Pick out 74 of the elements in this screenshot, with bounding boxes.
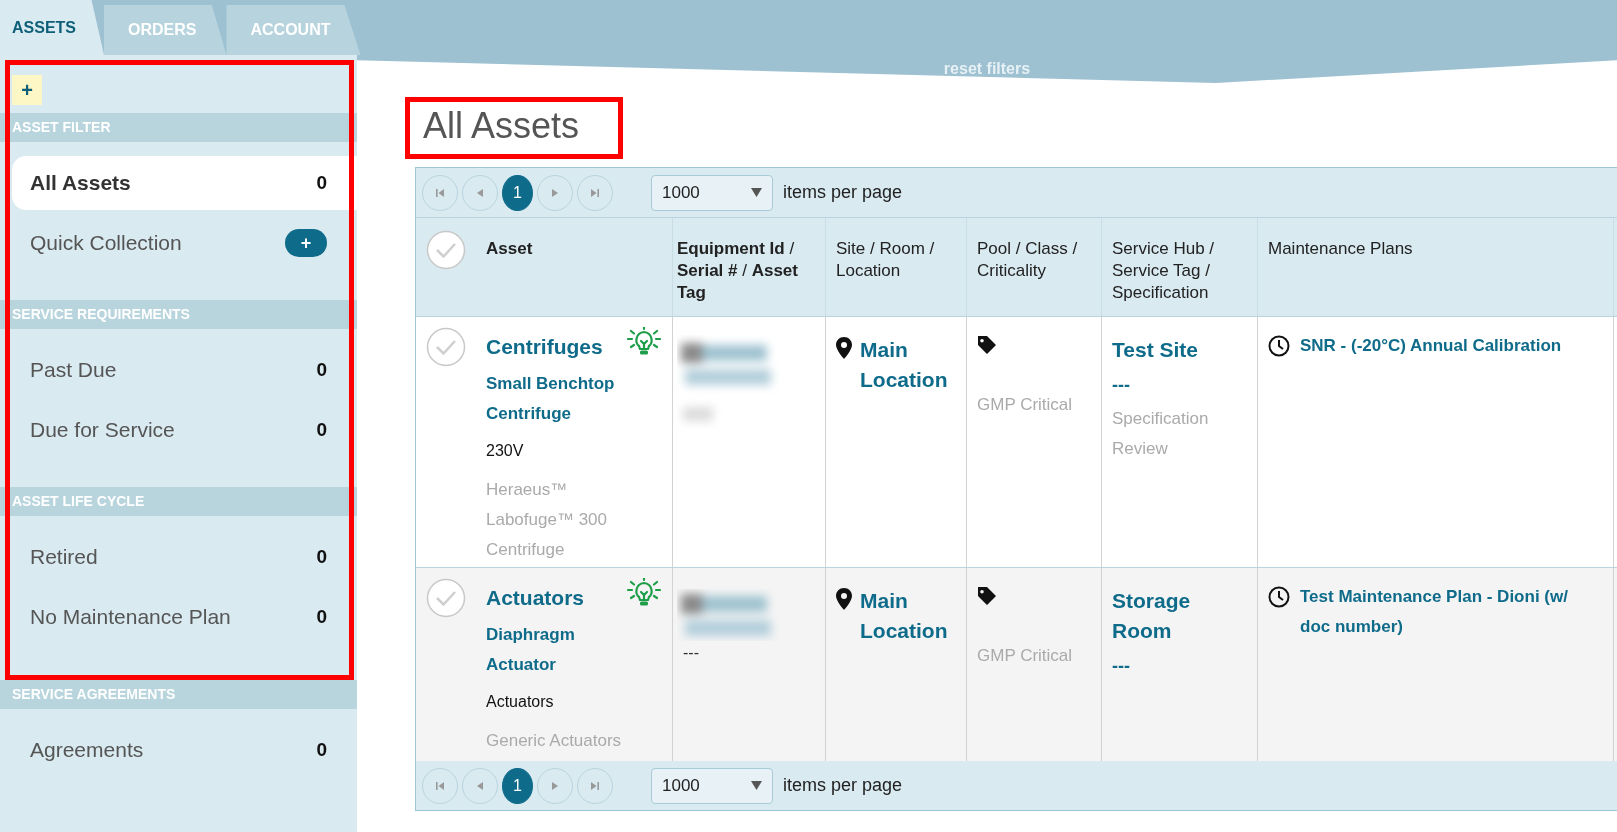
asset-category-link[interactable]: Actuators <box>486 586 585 610</box>
column-header-cell: Maintenance Plans <box>1258 218 1614 316</box>
section-header: ASSET LIFE CYCLE <box>0 487 357 516</box>
add-button[interactable]: + <box>12 75 42 105</box>
select-checkbox[interactable] <box>426 578 466 618</box>
service-tag: --- <box>1112 375 1247 396</box>
column-header-cell: Site / Room / Location <box>826 218 967 316</box>
page-button[interactable]: 1 <box>502 767 533 804</box>
item-count: 0 <box>316 606 327 628</box>
column-header-cell: Asset <box>416 218 673 316</box>
page-size-label: items per page <box>783 182 903 203</box>
last-page-icon <box>590 187 600 198</box>
asset-description: Generic Actuators <box>486 730 623 752</box>
item-count: 0 <box>316 172 327 194</box>
last-page-icon <box>590 780 600 791</box>
page-size-label: items per page <box>783 775 903 796</box>
page-button[interactable]: 1 <box>502 174 533 211</box>
column-header-cell: Service Hub / Service Tag / Specification <box>1102 218 1258 316</box>
asset-category-link[interactable]: Centrifuges <box>486 335 603 359</box>
add-to-collection-button[interactable]: + <box>285 229 327 257</box>
previous-page-icon <box>476 780 484 791</box>
lightbulb-icon <box>626 578 662 608</box>
filter-item[interactable]: All Assets 0 <box>12 156 357 210</box>
section-header: SERVICE REQUIREMENTS <box>0 300 357 329</box>
filter-item[interactable]: Quick Collection + <box>12 216 357 270</box>
criticality-text: GMP Critical <box>977 646 1074 666</box>
item-count: 0 <box>316 546 327 568</box>
map-pin-icon <box>836 588 852 610</box>
filter-item[interactable]: Agreements 0 <box>12 723 357 777</box>
location-link[interactable]: Main Location <box>860 335 956 395</box>
lightbulb-icon <box>626 327 662 357</box>
filter-item[interactable]: Due for Service 0 <box>12 403 357 457</box>
asset-description: Heraeus™ Labofuge™ 300 Centrifuge <box>486 479 608 561</box>
item-count: 0 <box>316 739 327 761</box>
clock-icon <box>1268 586 1290 608</box>
asset-type: Actuators <box>486 692 555 712</box>
tag-icon <box>977 586 997 606</box>
section-header: SERVICE AGREEMENTS <box>0 680 357 709</box>
first-page-icon <box>435 187 445 198</box>
asset-model-link[interactable]: Diaphragm Actuator <box>486 620 626 680</box>
section-header: ASSET FILTER <box>0 113 357 142</box>
service-tag: --- <box>1112 656 1247 677</box>
tag-icon <box>977 335 997 355</box>
filter-item[interactable]: No Maintenance Plan 0 <box>12 590 357 644</box>
location-link[interactable]: Main Location <box>860 586 956 646</box>
column-header-cell: Equipment Id / Serial # / Asset Tag <box>673 218 826 316</box>
serial-number: --- <box>682 644 700 662</box>
select-checkbox[interactable] <box>426 230 466 270</box>
maintenance-plan-link[interactable]: Test Maintenance Plan - Dioni (w/ doc number) <box>1300 582 1590 642</box>
service-hub-link[interactable]: Storage Room <box>1112 586 1247 646</box>
select-checkbox[interactable] <box>426 327 466 367</box>
page-size-dropdown[interactable]: 1000 <box>651 767 773 804</box>
nav-tab[interactable]: ASSETS <box>0 0 104 55</box>
caret-icon <box>751 781 762 790</box>
maintenance-plan-link[interactable]: SNR - (-20°C) Annual Calibration <box>1300 331 1562 361</box>
filter-item[interactable]: Past Due 0 <box>12 343 357 397</box>
item-count: 0 <box>316 359 327 381</box>
page-title: All Assets <box>422 104 581 148</box>
map-pin-icon <box>836 337 852 359</box>
asset-type: 230V <box>486 441 525 461</box>
first-page-icon <box>435 780 445 791</box>
service-hub-link[interactable]: Test Site <box>1112 335 1247 365</box>
item-count: 0 <box>316 419 327 441</box>
asset-model-link[interactable]: Small Benchtop Centrifuge <box>486 369 626 429</box>
page-size-dropdown[interactable]: 1000 <box>651 174 773 211</box>
clock-icon <box>1268 335 1290 357</box>
previous-page-icon <box>476 187 484 198</box>
column-header-cell: Pool / Class / Criticality <box>967 218 1102 316</box>
next-page-icon <box>551 780 559 791</box>
specification-text: Specification Review <box>1112 408 1210 460</box>
criticality-text: GMP Critical <box>977 395 1074 415</box>
caret-icon <box>751 188 762 197</box>
filter-item[interactable]: Retired 0 <box>12 530 357 584</box>
next-page-icon <box>551 187 559 198</box>
